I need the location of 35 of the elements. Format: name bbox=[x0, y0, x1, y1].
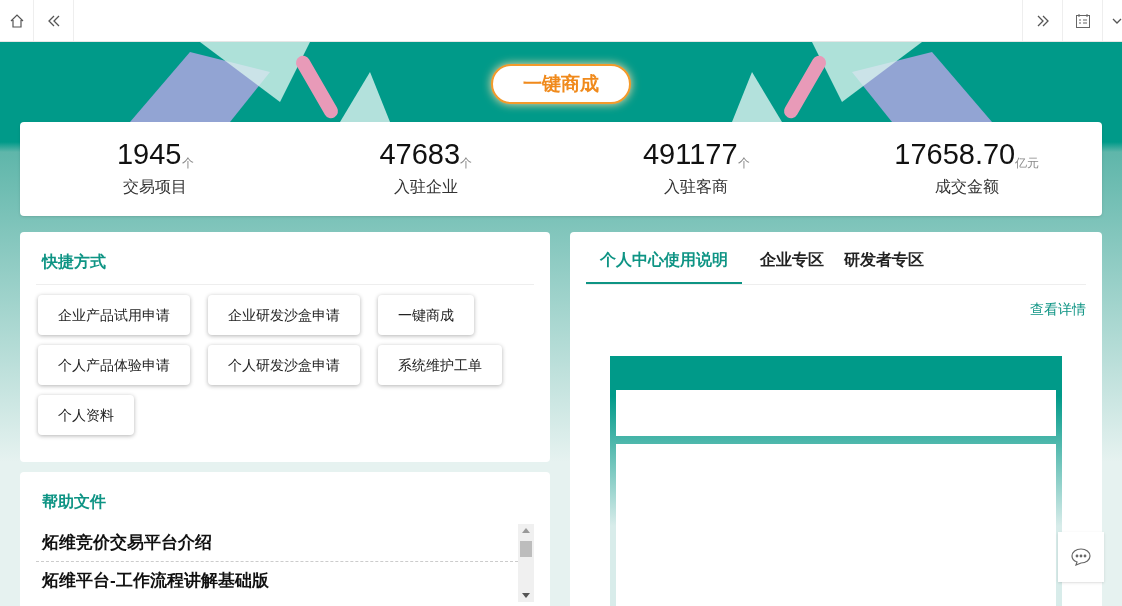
stat-label: 成交金额 bbox=[934, 176, 999, 197]
home-icon[interactable] bbox=[8, 12, 25, 29]
stat-unit: 个 bbox=[460, 156, 473, 169]
stat-unit: 亿元 bbox=[1015, 156, 1040, 169]
stat-label: 入驻客商 bbox=[664, 176, 729, 197]
stat-value: 17658.70 bbox=[894, 139, 1016, 169]
chat-button[interactable] bbox=[1058, 532, 1104, 582]
shortcut-button[interactable]: 系统维护工单 bbox=[378, 345, 502, 385]
stat-value: 491177 bbox=[642, 139, 738, 169]
double-right-icon[interactable] bbox=[1035, 13, 1050, 28]
scroll-down-icon[interactable] bbox=[522, 593, 530, 598]
tab[interactable]: 个人中心使用说明 bbox=[586, 248, 742, 284]
chat-icon bbox=[1071, 548, 1091, 566]
stat-unit: 个 bbox=[737, 156, 750, 169]
panel-title: 快捷方式 bbox=[36, 232, 534, 285]
stat-value: 47683 bbox=[379, 139, 461, 169]
stat-label: 入驻企业 bbox=[393, 176, 458, 197]
scrollbar[interactable] bbox=[518, 524, 534, 602]
tab[interactable]: 研发者专区 bbox=[842, 248, 926, 284]
shortcut-button[interactable]: 一键商成 bbox=[378, 295, 474, 335]
shortcut-button[interactable]: 个人资料 bbox=[38, 395, 134, 435]
help-document-link[interactable]: 炻维平台-工作流程讲解基础版 bbox=[36, 562, 518, 600]
shortcut-button[interactable]: 个人研发沙盒申请 bbox=[208, 345, 360, 385]
panel-title: 帮助文件 bbox=[41, 492, 107, 512]
shortcut-button[interactable]: 企业研发沙盒申请 bbox=[208, 295, 360, 335]
shortcut-button[interactable]: 个人产品体验申请 bbox=[38, 345, 190, 385]
stat-value: 1945 bbox=[117, 139, 182, 169]
view-details-link[interactable]: 查看详情 bbox=[1030, 299, 1086, 320]
double-left-icon[interactable] bbox=[46, 13, 61, 28]
stat-label: 交易项目 bbox=[123, 176, 188, 197]
shortcut-button[interactable]: 企业产品试用申请 bbox=[38, 295, 190, 335]
scrollbar-thumb[interactable] bbox=[520, 541, 532, 557]
stat-unit: 个 bbox=[181, 156, 194, 169]
calendar-icon[interactable] bbox=[1074, 12, 1091, 29]
tab[interactable]: 企业专区 bbox=[758, 248, 826, 284]
